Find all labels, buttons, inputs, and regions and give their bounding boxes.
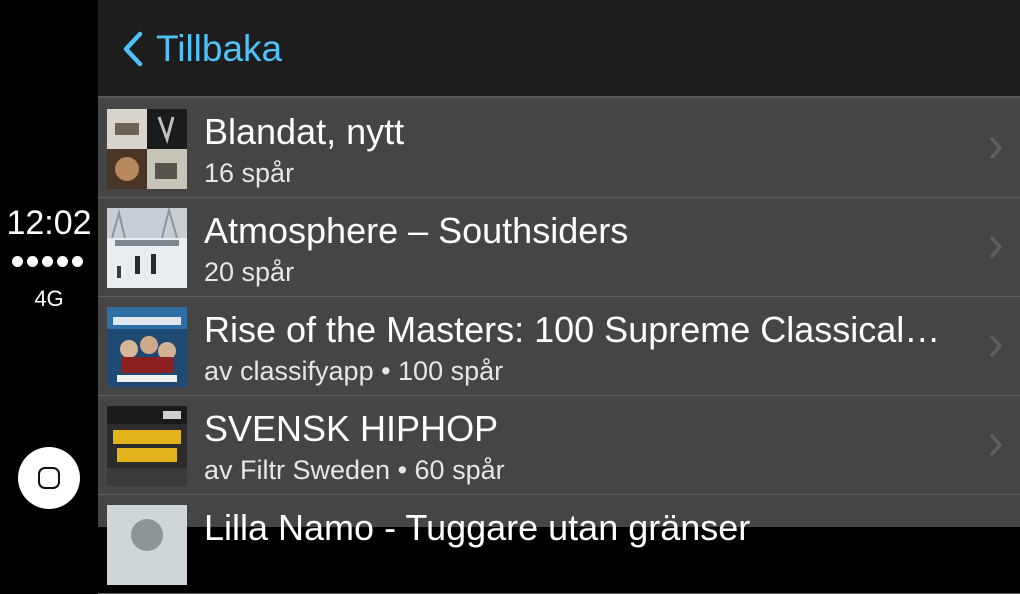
playlist-title: Blandat, nytt [204,111,405,152]
chevron-right-icon [990,236,1002,258]
signal-dot [72,256,83,267]
playlist-subtitle: av classifyapp • 100 spår [204,356,504,386]
playlist-artwork [107,109,187,189]
main-panel: Tillbaka Blandat, nytt 16 spår Atmospher… [98,0,1020,594]
status-rail: 12:02 4G [0,0,98,527]
playlist-artwork [107,307,187,387]
playlist-title: SVENSK HIPHOP [204,408,499,449]
playlist-title: Lilla Namo - Tuggare utan gränser [204,507,751,548]
chevron-right-icon [990,434,1002,456]
list-item[interactable]: Blandat, nytt 16 spår [98,99,1020,198]
navigation-bar: Tillbaka [98,0,1020,98]
list-item[interactable]: SVENSK HIPHOP av Filtr Sweden • 60 spår [98,396,1020,495]
list-item[interactable]: Rise of the Masters: 100 Supreme Classic… [98,297,1020,396]
signal-dot [57,256,68,267]
list-item[interactable]: Atmosphere – Southsiders 20 spår [98,198,1020,297]
signal-dot [42,256,53,267]
playlist-subtitle: 20 spår [204,257,295,287]
chevron-right-icon [990,137,1002,159]
chevron-right-icon [990,335,1002,357]
back-button[interactable]: Tillbaka [122,26,282,72]
status-time: 12:02 [6,204,92,242]
playlist-artwork [107,406,187,486]
back-button-label: Tillbaka [156,28,283,69]
playlist-title: Atmosphere – Southsiders [204,210,629,251]
network-type: 4G [34,286,64,311]
playlist-list: Blandat, nytt 16 spår Atmosphere – South [98,99,1020,594]
signal-dot [12,256,23,267]
home-button[interactable] [18,447,80,509]
home-button-icon [38,467,60,489]
playlist-artwork [107,208,187,288]
signal-strength-icon [12,256,83,267]
list-item[interactable]: Lilla Namo - Tuggare utan gränser [98,495,1020,594]
playlist-subtitle: 16 spår [204,158,295,188]
playlist-artwork [107,505,187,585]
playlist-subtitle: av Filtr Sweden • 60 spår [204,455,505,485]
chevron-left-icon [123,31,143,67]
playlist-title: Rise of the Masters: 100 Supreme Classic… [204,309,941,350]
signal-dot [27,256,38,267]
